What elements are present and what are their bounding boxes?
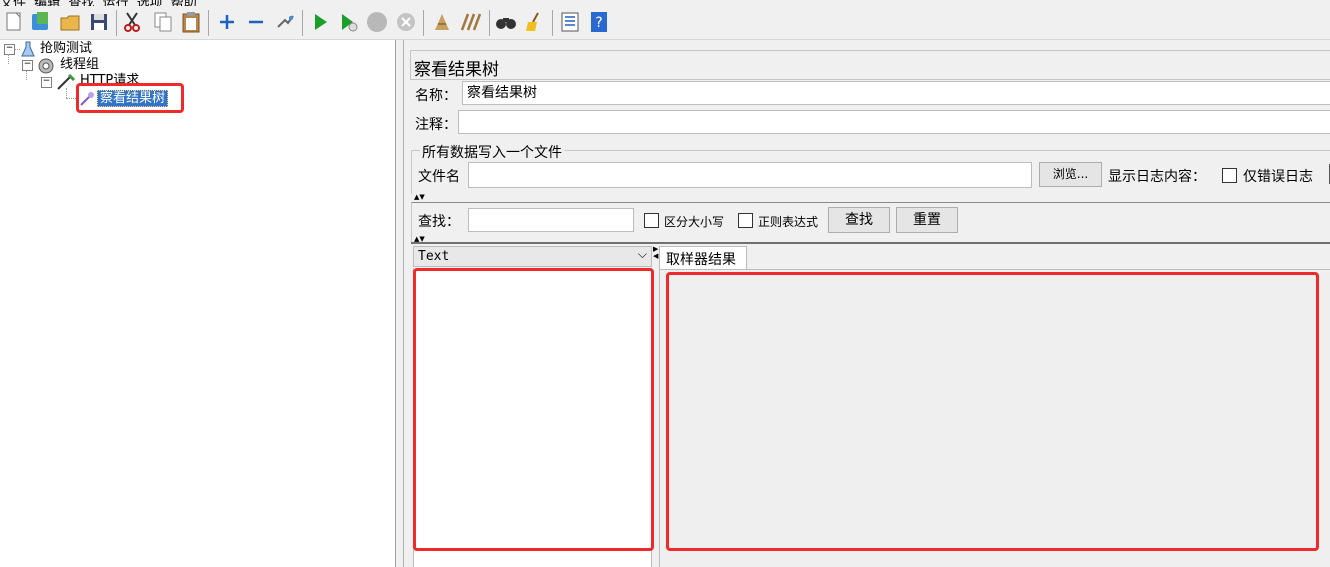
filename-label: 文件名: [418, 169, 460, 185]
start-no-pause-icon[interactable]: [336, 10, 360, 34]
case-sensitive-label: 区分大小写: [664, 215, 725, 229]
clear-all-icon[interactable]: [459, 10, 483, 34]
log-content-label: 显示日志内容：: [1108, 169, 1206, 185]
collapse-icon[interactable]: [244, 10, 268, 34]
templates-icon[interactable]: [28, 10, 52, 34]
search-icon[interactable]: [494, 10, 518, 34]
svg-text:?: ?: [595, 15, 602, 31]
comment-label: 注释：: [415, 117, 457, 133]
save-icon[interactable]: [87, 10, 111, 34]
split-arrows-icon[interactable]: ▶ ◀: [653, 246, 658, 260]
split-arrows-icon[interactable]: ▲▼: [414, 194, 425, 201]
panel-title-box: 察看结果树: [410, 50, 1330, 80]
shutdown-icon[interactable]: [394, 10, 418, 34]
collapse-toggle[interactable]: −: [22, 60, 33, 71]
test-plan-icon: [21, 41, 35, 61]
function-helper-icon[interactable]: [558, 10, 582, 34]
chevron-down-icon: ⌵: [637, 247, 647, 261]
tree-split-divider[interactable]: [395, 40, 403, 567]
name-field[interactable]: 察看结果树: [462, 81, 1330, 105]
paste-icon[interactable]: [179, 10, 203, 34]
toggle-icon[interactable]: [273, 10, 297, 34]
panel-title: 察看结果树: [414, 60, 499, 80]
name-label: 名称：: [415, 88, 457, 104]
errors-only-label: 仅错误日志: [1243, 169, 1313, 185]
test-plan-tree: − 抢购测试 − 线程组 − HTTP请求 察看结果树: [0, 40, 395, 567]
stop-icon[interactable]: [365, 10, 389, 34]
browse-button[interactable]: 浏览...: [1039, 162, 1102, 187]
tab-sampler-result[interactable]: 取样器结果: [659, 246, 747, 270]
find-button[interactable]: 查找: [828, 207, 890, 233]
case-sensitive-checkbox[interactable]: [644, 213, 659, 228]
highlight-box-result-details: [666, 272, 1319, 551]
reset-button[interactable]: 重置: [896, 207, 958, 233]
listener-config-panel: 察看结果树 名称： 察看结果树 注释： 所有数据写入一个文件 文件名 浏览...…: [403, 40, 1330, 567]
new-icon[interactable]: [2, 10, 26, 34]
reset-search-icon[interactable]: [523, 10, 547, 34]
filename-field[interactable]: [468, 162, 1032, 188]
expand-icon[interactable]: [215, 10, 239, 34]
clear-icon[interactable]: [430, 10, 454, 34]
renderer-selected-value: Text: [418, 249, 450, 264]
open-icon[interactable]: [58, 10, 82, 34]
collapse-toggle[interactable]: −: [41, 77, 52, 88]
regex-checkbox[interactable]: [738, 213, 753, 228]
highlight-box-results-list: [413, 268, 654, 551]
search-label: 查找：: [418, 214, 460, 230]
search-input[interactable]: [468, 208, 634, 232]
highlight-box-tree-node: [76, 83, 184, 113]
copy-icon[interactable]: [151, 10, 175, 34]
cut-icon[interactable]: [120, 10, 144, 34]
file-group-title: 所有数据写入一个文件: [420, 142, 564, 162]
renderer-select[interactable]: Text ⌵: [413, 246, 652, 267]
errors-only-checkbox[interactable]: [1222, 168, 1237, 183]
comment-field[interactable]: [458, 110, 1330, 134]
help-icon[interactable]: ?: [587, 10, 611, 34]
toolbar: ?: [0, 6, 1330, 40]
tree-node-thread-group[interactable]: 线程组: [60, 57, 99, 73]
tree-node-test-plan[interactable]: 抢购测试: [40, 41, 92, 57]
regex-label: 正则表达式: [758, 215, 819, 229]
start-icon[interactable]: [308, 10, 332, 34]
